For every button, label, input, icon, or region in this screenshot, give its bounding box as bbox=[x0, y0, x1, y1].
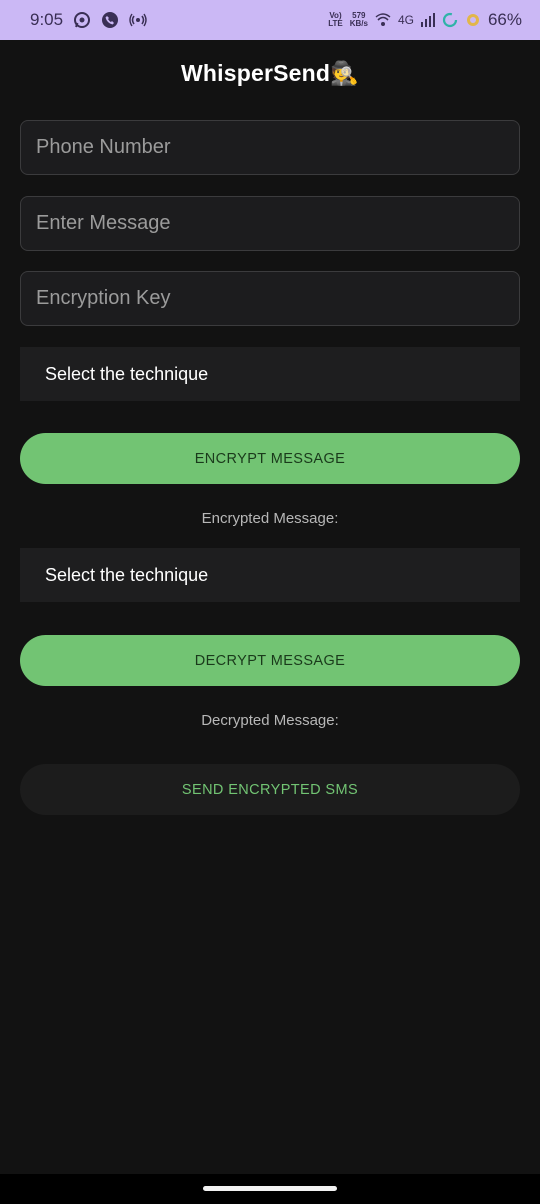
navigation-bar bbox=[0, 1174, 540, 1204]
battery-percent: 66% bbox=[487, 10, 522, 29]
battery-saver-icon bbox=[465, 12, 481, 28]
message-placeholder: Enter Message bbox=[36, 212, 171, 234]
call-app-icon bbox=[101, 11, 119, 29]
network-type: 4G bbox=[397, 13, 414, 27]
encrypt-message-button[interactable]: ENCRYPT MESSAGE bbox=[20, 433, 520, 484]
status-bar: 9:05 Vo) LTE 579 KB/s 4G 66% bbox=[0, 0, 540, 40]
phone-number-placeholder: Phone Number bbox=[36, 136, 171, 158]
send-button-label: SEND ENCRYPTED SMS bbox=[181, 781, 359, 798]
encrypt-button-label: ENCRYPT MESSAGE bbox=[194, 450, 346, 467]
home-gesture-handle[interactable] bbox=[203, 1186, 337, 1191]
send-encrypted-sms-button[interactable]: SEND ENCRYPTED SMS bbox=[20, 764, 520, 815]
network-speed: 579 KB/s bbox=[350, 12, 368, 28]
decrypt-technique-label: Select the technique bbox=[45, 564, 209, 585]
encrypt-technique-label: Select the technique bbox=[45, 363, 209, 384]
encryption-key-input[interactable]: Encryption Key bbox=[20, 271, 520, 326]
phone-number-input[interactable]: Phone Number bbox=[20, 120, 520, 175]
wifi-icon bbox=[375, 13, 391, 27]
encryption-key-placeholder: Encryption Key bbox=[36, 287, 171, 309]
decrypted-message-caption: Decrypted Message: bbox=[201, 712, 339, 729]
data-saver-icon bbox=[442, 12, 458, 28]
hotspot-icon bbox=[129, 12, 147, 28]
encrypted-message-caption: Encrypted Message: bbox=[201, 510, 339, 527]
signal-icon bbox=[420, 13, 435, 27]
status-time: 9:05 bbox=[30, 10, 64, 29]
decrypt-message-button[interactable]: DECRYPT MESSAGE bbox=[20, 635, 520, 686]
whatsapp-icon bbox=[73, 11, 91, 29]
speed-unit: KB/s bbox=[349, 19, 368, 28]
encrypt-technique-select[interactable]: Select the technique bbox=[20, 347, 520, 401]
decrypt-technique-select[interactable]: Select the technique bbox=[20, 548, 520, 602]
status-right: Vo) LTE 579 KB/s 4G 66% bbox=[328, 10, 522, 30]
app-title: WhisperSend🕵️ bbox=[181, 60, 359, 86]
volte-bottom: LTE bbox=[328, 19, 343, 28]
message-input[interactable]: Enter Message bbox=[20, 196, 520, 251]
volte-indicator: Vo) LTE bbox=[328, 12, 343, 28]
status-left: 9:05 bbox=[30, 10, 147, 30]
decrypt-button-label: DECRYPT MESSAGE bbox=[194, 652, 346, 669]
